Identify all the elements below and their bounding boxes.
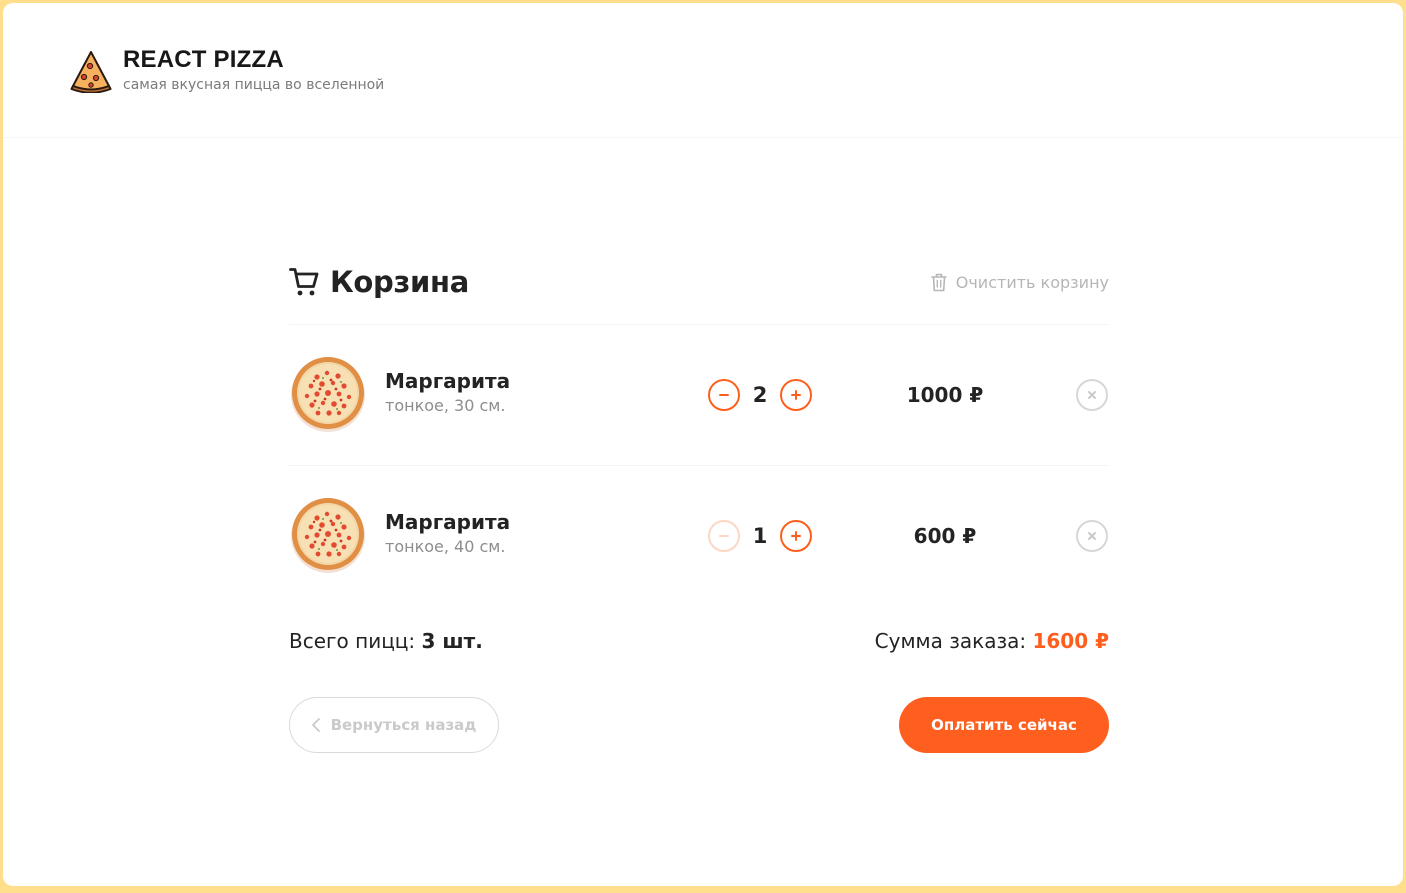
cart-items: Маргарита тонкое, 30 см. 2 1000 ₽ Маргар… <box>289 324 1109 606</box>
pizza-slice-icon <box>70 51 112 93</box>
header: REACT PIZZA самая вкусная пицца во вселе… <box>3 3 1403 138</box>
pizza-image <box>291 357 365 432</box>
plus-icon <box>791 390 801 400</box>
item-quantity: 2 <box>752 383 768 407</box>
cart-actions: Вернуться назад Оплатить сейчас <box>289 697 1109 753</box>
item-quantity: 1 <box>752 524 768 548</box>
item-description: тонкое, 30 см. <box>385 396 506 415</box>
plus-icon <box>791 531 801 541</box>
close-icon <box>1088 532 1096 540</box>
order-sum-label: Сумма заказа: <box>874 629 1027 653</box>
pizza-image <box>291 498 365 573</box>
item-name: Маргарита <box>385 510 511 534</box>
increase-button[interactable] <box>780 520 812 552</box>
item-name: Маргарита <box>385 369 511 393</box>
page-title: Корзина <box>330 265 470 299</box>
item-info: Маргарита тонкое, 40 см. <box>385 510 510 557</box>
decrease-button[interactable] <box>708 379 740 411</box>
logo-title: REACT PIZZA <box>123 46 284 73</box>
total-count-value: 3 шт. <box>421 629 483 653</box>
remove-item-button[interactable] <box>1076 379 1108 411</box>
close-icon <box>1088 391 1096 399</box>
back-button-label: Вернуться назад <box>330 716 477 734</box>
cart-summary: Всего пицц: 3 шт. Сумма заказа: 1600 ₽ <box>289 629 1109 653</box>
quantity-stepper: 1 <box>708 520 812 552</box>
increase-button[interactable] <box>780 379 812 411</box>
cart-item: Маргарита тонкое, 30 см. 2 1000 ₽ <box>289 324 1109 465</box>
back-button[interactable]: Вернуться назад <box>289 697 499 753</box>
total-count: Всего пицц: 3 шт. <box>289 629 483 653</box>
logo-subtitle: самая вкусная пицца во вселенной <box>123 77 385 93</box>
chevron-left-icon <box>311 718 320 732</box>
logo-link[interactable]: REACT PIZZA самая вкусная пицца во вселе… <box>70 47 384 94</box>
remove-item-button[interactable] <box>1076 520 1108 552</box>
cart-icon <box>289 268 319 296</box>
cart-section: Корзина Очистить корзину Маргарита тонко… <box>289 262 1109 606</box>
item-description: тонкое, 40 см. <box>385 537 506 556</box>
order-sum: Сумма заказа: 1600 ₽ <box>875 629 1109 653</box>
item-price: 1000 ₽ <box>906 383 984 407</box>
item-price: 600 ₽ <box>913 524 977 548</box>
order-sum-value: 1600 ₽ <box>1032 629 1109 653</box>
logo-text: REACT PIZZA самая вкусная пицца во вселе… <box>123 47 384 94</box>
quantity-stepper: 2 <box>708 379 812 411</box>
trash-icon <box>930 273 947 292</box>
item-info: Маргарита тонкое, 30 см. <box>385 369 510 416</box>
clear-cart-label: Очистить корзину <box>955 272 1109 292</box>
minus-icon <box>719 394 729 396</box>
cart-top: Корзина Очистить корзину <box>289 262 1109 302</box>
cart-title: Корзина <box>289 265 469 299</box>
total-count-label: Всего пицц: <box>289 629 416 653</box>
clear-cart-button[interactable]: Очистить корзину <box>930 272 1109 292</box>
pay-button[interactable]: Оплатить сейчас <box>899 697 1109 753</box>
cart-item: Маргарита тонкое, 40 см. 1 600 ₽ <box>289 465 1109 606</box>
decrease-button[interactable] <box>708 520 740 552</box>
pay-button-label: Оплатить сейчас <box>931 716 1077 734</box>
minus-icon <box>719 535 729 537</box>
